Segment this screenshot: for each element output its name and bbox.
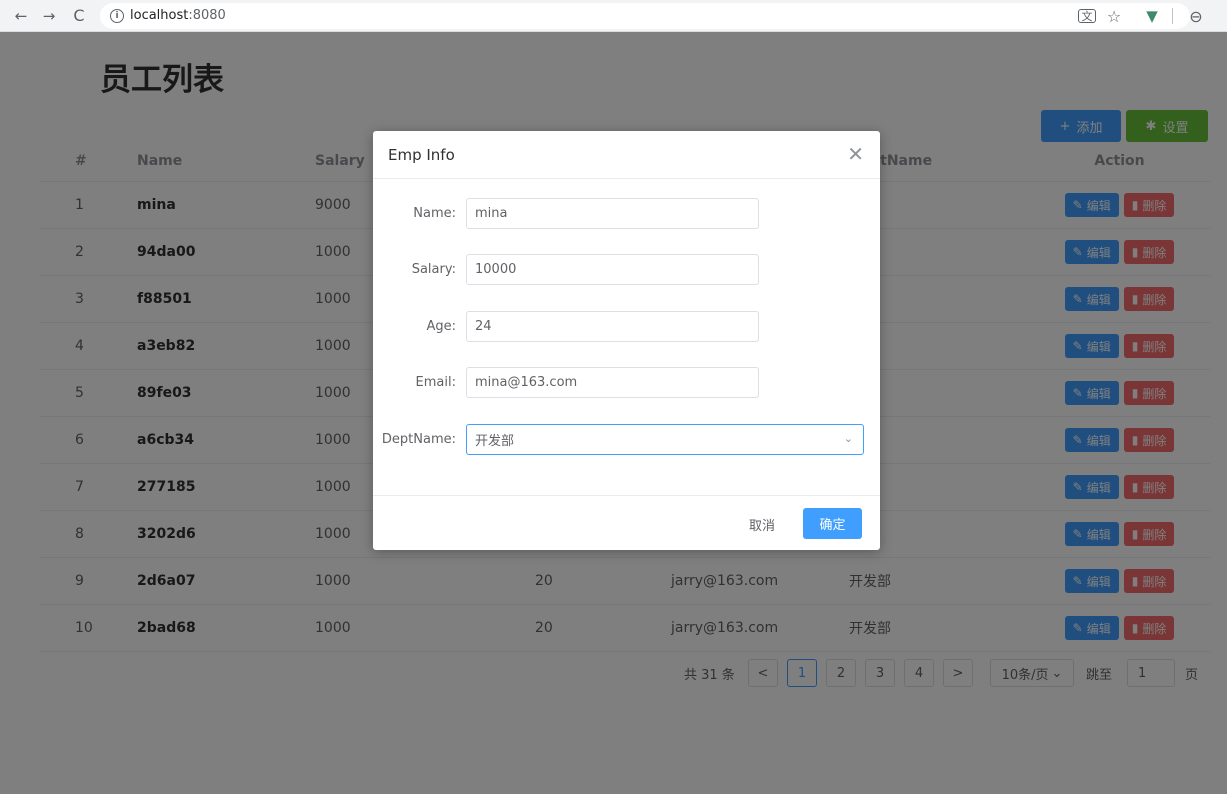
- info-icon[interactable]: i: [110, 8, 124, 23]
- dialog-header: Emp Info ✕: [373, 131, 880, 179]
- forward-arrow-icon[interactable]: →: [38, 5, 60, 27]
- dialog-footer: 取消 确定: [373, 495, 880, 550]
- browser-toolbar: ← → C i localhost:8080 文 ☆ ▼ ⊖: [0, 0, 1227, 32]
- form-row-dept: DeptName: 开发部 ⌄: [373, 423, 880, 455]
- toolbar-divider: [1172, 8, 1173, 24]
- email-label: Email:: [415, 374, 456, 390]
- url-host: localhost: [130, 8, 189, 23]
- age-label: Age:: [426, 318, 456, 334]
- dept-select[interactable]: 开发部 ⌄: [466, 423, 864, 455]
- cancel-button[interactable]: 取消: [737, 510, 787, 538]
- dept-label: DeptName:: [381, 431, 456, 447]
- salary-label: Salary:: [411, 261, 456, 277]
- address-bar[interactable]: i localhost:8080: [100, 2, 1190, 29]
- reload-icon[interactable]: C: [68, 5, 90, 27]
- vue-devtools-icon[interactable]: ▼: [1143, 6, 1161, 26]
- name-label: Name:: [413, 205, 456, 221]
- email-field[interactable]: mina@163.com: [466, 366, 759, 398]
- age-field[interactable]: 24: [466, 310, 759, 342]
- account-icon[interactable]: ⊖: [1186, 6, 1206, 26]
- salary-field[interactable]: 10000: [466, 253, 759, 285]
- dept-select-value: 开发部: [475, 433, 515, 449]
- emp-info-dialog: Emp Info ✕ Name: mina Salary: 10000 Age:…: [373, 131, 880, 550]
- form-row-name: Name: mina: [373, 197, 880, 229]
- form-row-salary: Salary: 10000: [373, 253, 880, 285]
- translate-icon[interactable]: 文: [1078, 9, 1096, 23]
- form-row-email: Email: mina@163.com: [373, 366, 880, 398]
- bookmark-star-icon[interactable]: ☆: [1105, 6, 1123, 26]
- form-row-age: Age: 24: [373, 310, 880, 342]
- confirm-button[interactable]: 确定: [803, 508, 862, 539]
- back-arrow-icon[interactable]: ←: [10, 5, 32, 27]
- dialog-title: Emp Info: [388, 145, 455, 164]
- close-icon[interactable]: ✕: [847, 144, 864, 164]
- chevron-down-icon: ⌄: [843, 431, 853, 445]
- name-field[interactable]: mina: [466, 197, 759, 229]
- url-port: :8080: [188, 8, 226, 23]
